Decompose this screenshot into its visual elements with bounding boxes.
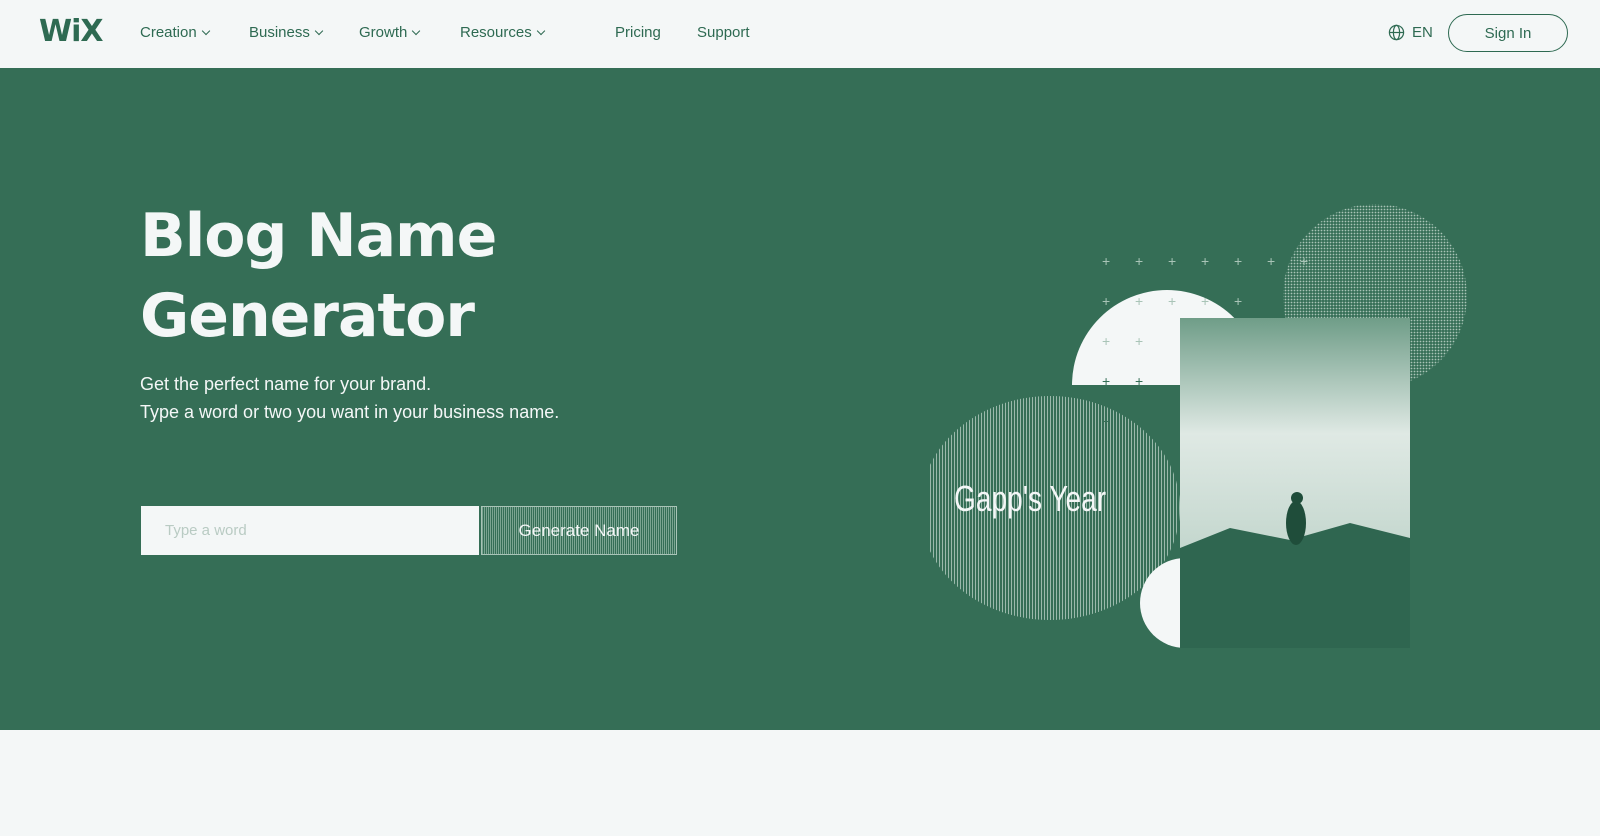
top-navigation: WiX Creation Business Growth Resources P…	[0, 0, 1600, 68]
nav-resources-label: Resources	[460, 24, 532, 41]
svg-text:+: +	[1300, 253, 1308, 269]
svg-text:+: +	[1135, 293, 1143, 309]
svg-text:+: +	[1102, 293, 1110, 309]
svg-text:+: +	[1102, 333, 1110, 349]
language-label: EN	[1412, 24, 1433, 41]
person-figure	[1286, 501, 1306, 545]
svg-text:+: +	[1102, 253, 1110, 269]
nav-growth[interactable]: Growth	[359, 24, 421, 41]
nav-creation-label: Creation	[140, 24, 197, 41]
title-line-1: Blog Name	[140, 201, 497, 271]
nav-business-label: Business	[249, 24, 310, 41]
globe-icon	[1388, 24, 1405, 41]
svg-text:+: +	[1168, 293, 1176, 309]
sign-in-button[interactable]: Sign In	[1448, 14, 1568, 52]
svg-text:+: +	[1135, 253, 1143, 269]
svg-text:+: +	[1201, 253, 1209, 269]
subtitle-line-2: Type a word or two you want in your busi…	[140, 402, 560, 422]
chevron-down-icon	[412, 26, 421, 36]
svg-text:+: +	[1135, 333, 1143, 349]
subtitle-line-1: Get the perfect name for your brand.	[140, 374, 432, 394]
hero-section: Blog Name Generator Get the perfect name…	[0, 68, 1600, 730]
wix-logo[interactable]: WiX	[39, 14, 104, 49]
content-section	[0, 730, 1600, 836]
svg-text:+: +	[1102, 373, 1110, 389]
nav-resources[interactable]: Resources	[460, 24, 545, 41]
chevron-down-icon	[536, 26, 545, 36]
language-selector[interactable]: EN	[1388, 24, 1433, 41]
nav-creation[interactable]: Creation	[140, 24, 210, 41]
nav-support[interactable]: Support	[697, 24, 750, 41]
svg-text:+: +	[1135, 373, 1143, 389]
svg-text:+: +	[1102, 413, 1110, 429]
svg-text:+: +	[1135, 413, 1143, 429]
hero-illustration: + + + + + + + + + + + + + + + + + + Gapp's Year	[920, 178, 1510, 648]
page-title: Blog Name Generator	[140, 196, 497, 356]
hero-subtitle: Get the perfect name for your brand. Typ…	[140, 370, 559, 426]
nav-business[interactable]: Business	[249, 24, 324, 41]
nav-pricing-label: Pricing	[615, 24, 661, 41]
word-input[interactable]	[141, 506, 479, 555]
svg-text:+: +	[1201, 293, 1209, 309]
chevron-down-icon	[314, 26, 324, 36]
chevron-down-icon	[201, 26, 210, 36]
illustration-shapes: + + + + + + + + + + + + + + + + + +	[920, 204, 1467, 648]
svg-text:+: +	[1267, 253, 1275, 269]
nav-support-label: Support	[697, 24, 750, 41]
illustration-caption: Gapp's Year	[954, 478, 1107, 519]
generate-name-button[interactable]: Generate Name	[481, 506, 677, 555]
svg-text:+: +	[1234, 293, 1242, 309]
nav-pricing[interactable]: Pricing	[615, 24, 661, 41]
svg-text:+: +	[1234, 253, 1242, 269]
svg-text:+: +	[1168, 253, 1176, 269]
title-line-2: Generator	[140, 281, 475, 351]
nav-growth-label: Growth	[359, 24, 408, 41]
